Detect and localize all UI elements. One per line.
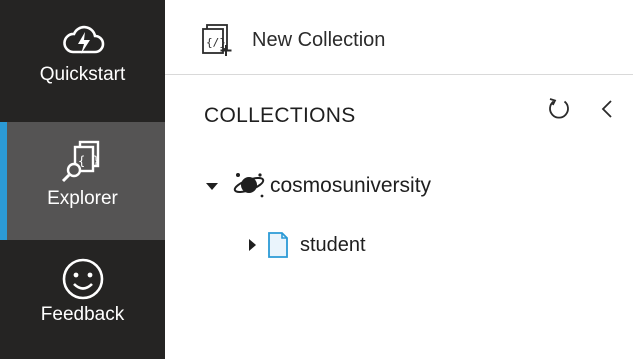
caret-right-icon[interactable] [246,237,258,253]
new-collection-label: New Collection [252,28,386,51]
sidebar-item-explorer[interactable]: { } Explorer [0,122,165,240]
chevron-left-icon [598,100,618,126]
cloud-lightning-icon [61,24,105,64]
sidebar-item-quickstart[interactable]: Quickstart [0,0,165,122]
document-search-icon: { } [60,138,106,188]
new-collection-icon: {/} [200,23,234,57]
tree-node-database[interactable]: cosmosuniversity [204,170,431,202]
svg-text:{/}: {/} [206,36,226,49]
sidebar-item-feedback[interactable]: Feedback [0,240,165,359]
sidebar-item-label: Explorer [47,188,118,209]
collection-label: student [300,233,366,256]
new-collection-button[interactable]: {/} New Collection [200,22,385,58]
refresh-button[interactable] [546,96,572,122]
commandbar-divider [165,74,633,75]
active-indicator [0,122,7,240]
svg-text:{ }: { } [78,154,100,168]
collection-icon [266,230,290,260]
database-planet-icon [232,170,268,202]
smiley-icon [60,256,106,304]
pane-title: COLLECTIONS [204,104,356,127]
tree-node-collection[interactable]: student [246,229,366,261]
caret-down-icon[interactable] [204,178,220,194]
sidebar-item-label: Quickstart [39,64,126,85]
collapse-pane-button[interactable] [598,96,618,122]
sidebar: Quickstart { } Explorer Feedback [0,0,165,359]
refresh-icon [546,98,572,126]
database-label: cosmosuniversity [270,174,432,197]
sidebar-item-label: Feedback [40,304,125,325]
